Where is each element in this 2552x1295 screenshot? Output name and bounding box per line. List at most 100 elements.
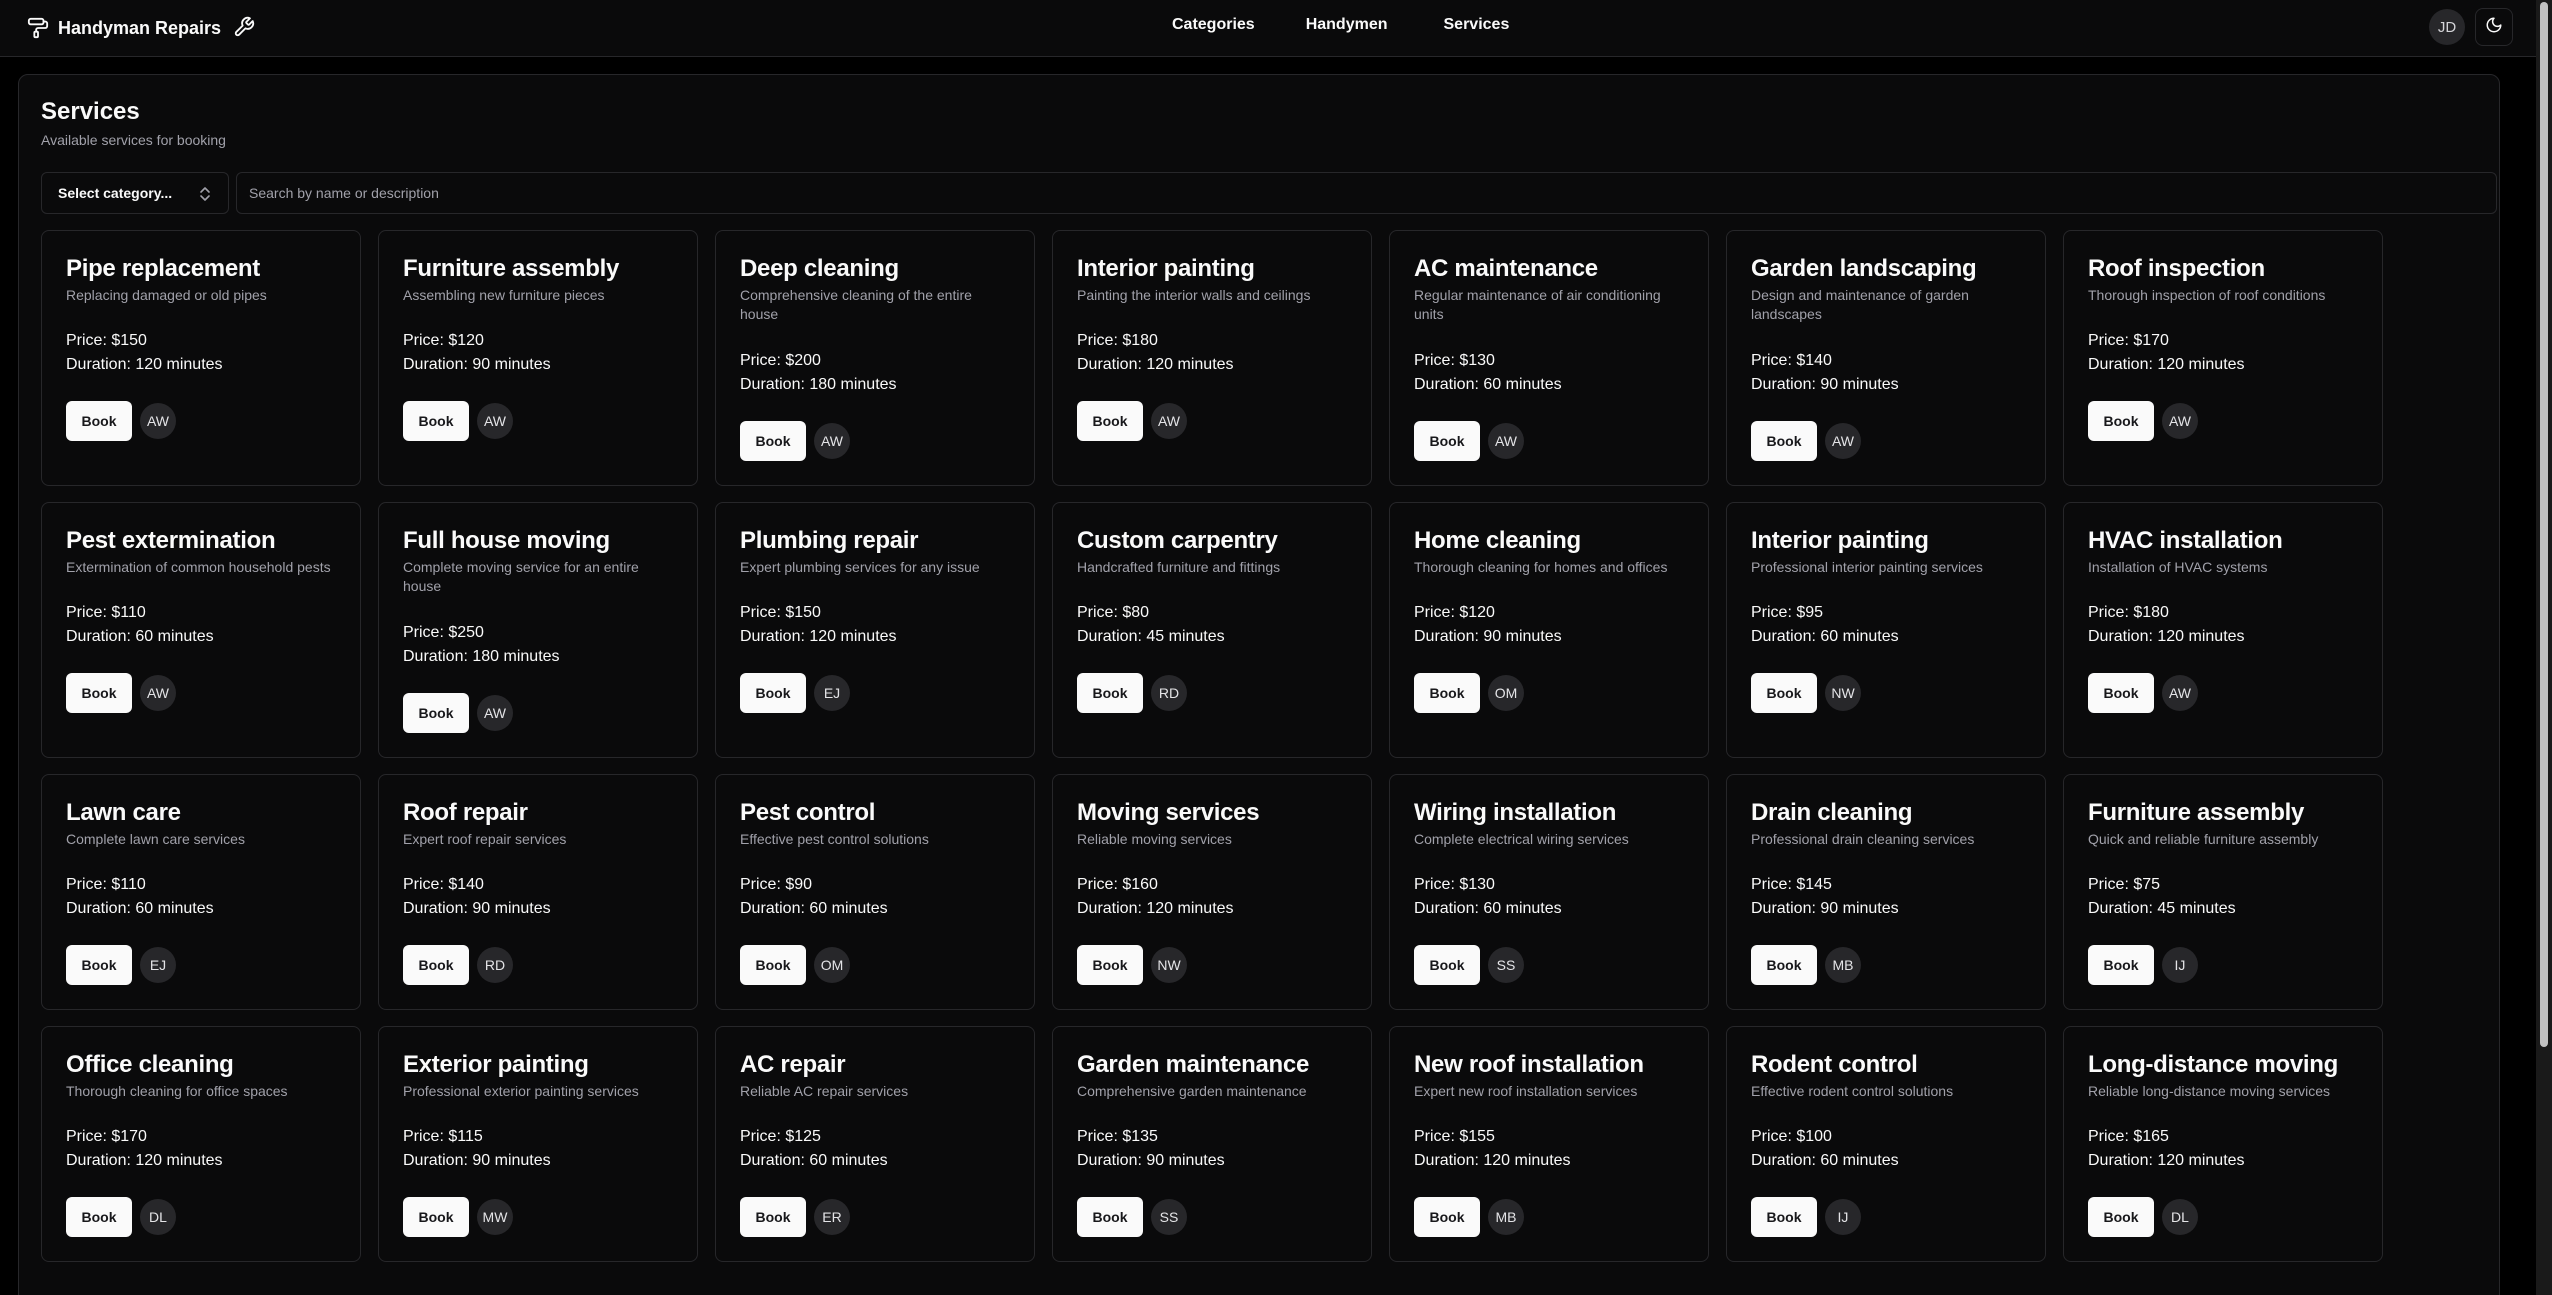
service-price: Price: $200 bbox=[740, 352, 821, 369]
handyman-avatar[interactable]: AW bbox=[477, 695, 513, 731]
book-button[interactable]: Book bbox=[1414, 421, 1480, 461]
service-title: Full house moving bbox=[403, 527, 610, 554]
book-button[interactable]: Book bbox=[403, 1197, 469, 1237]
service-title: Custom carpentry bbox=[1077, 527, 1278, 554]
book-button[interactable]: Book bbox=[2088, 673, 2154, 713]
service-title: Roof repair bbox=[403, 799, 528, 826]
handyman-avatar[interactable]: AW bbox=[140, 675, 176, 711]
service-description: Installation of HVAC systems bbox=[2088, 559, 2268, 575]
scrollbar-thumb[interactable] bbox=[2540, 2, 2548, 1047]
nav-categories[interactable]: Categories bbox=[1172, 16, 1255, 40]
service-description: Design and maintenance of garden landsca… bbox=[1751, 287, 1969, 322]
service-price: Price: $130 bbox=[1414, 352, 1495, 369]
search-input[interactable] bbox=[236, 172, 2497, 214]
book-button[interactable]: Book bbox=[740, 1197, 806, 1237]
book-button[interactable]: Book bbox=[66, 945, 132, 985]
book-button[interactable]: Book bbox=[1414, 673, 1480, 713]
book-button[interactable]: Book bbox=[1077, 945, 1143, 985]
chevrons-up-down-icon bbox=[198, 185, 212, 203]
book-button[interactable]: Book bbox=[66, 401, 132, 441]
book-button[interactable]: Book bbox=[1077, 673, 1143, 713]
handyman-avatar[interactable]: EJ bbox=[814, 675, 850, 711]
book-button[interactable]: Book bbox=[2088, 945, 2154, 985]
book-button[interactable]: Book bbox=[1751, 945, 1817, 985]
handyman-avatar[interactable]: DL bbox=[140, 1199, 176, 1235]
handyman-avatar[interactable]: AW bbox=[2162, 403, 2198, 439]
book-button[interactable]: Book bbox=[1414, 1197, 1480, 1237]
service-title: AC maintenance bbox=[1414, 255, 1598, 282]
handyman-avatar[interactable]: MB bbox=[1825, 947, 1861, 983]
handyman-avatar[interactable]: IJ bbox=[2162, 947, 2198, 983]
handyman-avatar[interactable]: NW bbox=[1151, 947, 1187, 983]
handyman-avatar[interactable]: ER bbox=[814, 1199, 850, 1235]
book-button[interactable]: Book bbox=[1751, 1197, 1817, 1237]
theme-toggle-button[interactable] bbox=[2475, 8, 2513, 46]
handyman-avatar[interactable]: OM bbox=[814, 947, 850, 983]
handyman-avatar[interactable]: SS bbox=[1488, 947, 1524, 983]
handyman-avatar[interactable]: AW bbox=[2162, 675, 2198, 711]
handyman-avatar[interactable]: EJ bbox=[140, 947, 176, 983]
service-card: Plumbing repair Expert plumbing services … bbox=[715, 502, 1035, 758]
service-price: Price: $165 bbox=[2088, 1128, 2169, 1145]
service-duration: Duration: 60 minutes bbox=[740, 900, 888, 917]
handyman-avatar[interactable]: SS bbox=[1151, 1199, 1187, 1235]
handyman-avatar[interactable]: AW bbox=[1151, 403, 1187, 439]
book-button[interactable]: Book bbox=[403, 693, 469, 733]
handyman-avatar[interactable]: DL bbox=[2162, 1199, 2198, 1235]
category-select[interactable]: Select category... bbox=[41, 172, 229, 214]
handyman-avatar[interactable]: AW bbox=[1488, 423, 1524, 459]
service-card: Deep cleaning Comprehensive cleaning of t… bbox=[715, 230, 1035, 486]
service-description: Quick and reliable furniture assembly bbox=[2088, 831, 2319, 847]
service-description: Comprehensive garden maintenance bbox=[1077, 1083, 1307, 1099]
handyman-avatar[interactable]: MW bbox=[477, 1199, 513, 1235]
service-card: Wiring installation Complete electrical w… bbox=[1389, 774, 1709, 1010]
handyman-avatar[interactable]: OM bbox=[1488, 675, 1524, 711]
service-title: Furniture assembly bbox=[2088, 799, 2305, 826]
service-title: Exterior painting bbox=[403, 1051, 589, 1078]
book-button[interactable]: Book bbox=[740, 945, 806, 985]
service-card: Lawn care Complete lawn care services Pric… bbox=[41, 774, 361, 1010]
book-button[interactable]: Book bbox=[740, 421, 806, 461]
handyman-avatar[interactable]: NW bbox=[1825, 675, 1861, 711]
service-price: Price: $80 bbox=[1077, 604, 1150, 621]
service-description: Effective pest control solutions bbox=[740, 831, 929, 847]
book-button[interactable]: Book bbox=[1077, 401, 1143, 441]
page-title: Services bbox=[41, 98, 140, 125]
handyman-avatar[interactable]: IJ bbox=[1825, 1199, 1861, 1235]
service-price: Price: $150 bbox=[66, 332, 147, 349]
service-description: Regular maintenance of air conditioning … bbox=[1414, 287, 1661, 322]
book-button[interactable]: Book bbox=[66, 673, 132, 713]
book-button[interactable]: Book bbox=[740, 673, 806, 713]
book-button[interactable]: Book bbox=[66, 1197, 132, 1237]
book-button[interactable]: Book bbox=[403, 401, 469, 441]
service-card: Exterior painting Professional exterior p… bbox=[378, 1026, 698, 1262]
book-button[interactable]: Book bbox=[1751, 421, 1817, 461]
handyman-avatar[interactable]: MB bbox=[1488, 1199, 1524, 1235]
service-description: Expert new roof installation services bbox=[1414, 1083, 1638, 1099]
service-duration: Duration: 90 minutes bbox=[1751, 376, 1899, 393]
handyman-avatar[interactable]: RD bbox=[1151, 675, 1187, 711]
service-duration: Duration: 120 minutes bbox=[1077, 356, 1234, 373]
service-card: Pest control Effective pest control solut… bbox=[715, 774, 1035, 1010]
service-title: Pest extermination bbox=[66, 527, 276, 554]
book-button[interactable]: Book bbox=[403, 945, 469, 985]
service-card: Custom carpentry Handcrafted furniture an… bbox=[1052, 502, 1372, 758]
handyman-avatar[interactable]: AW bbox=[140, 403, 176, 439]
book-button[interactable]: Book bbox=[2088, 401, 2154, 441]
nav-handymen[interactable]: Handymen bbox=[1306, 16, 1388, 40]
service-price: Price: $125 bbox=[740, 1128, 821, 1145]
page-scrollbar[interactable] bbox=[2536, 0, 2552, 1295]
handyman-avatar[interactable]: AW bbox=[814, 423, 850, 459]
handyman-avatar[interactable]: AW bbox=[477, 403, 513, 439]
book-button[interactable]: Book bbox=[2088, 1197, 2154, 1237]
book-button[interactable]: Book bbox=[1077, 1197, 1143, 1237]
handyman-avatar[interactable]: AW bbox=[1825, 423, 1861, 459]
service-title: Deep cleaning bbox=[740, 255, 899, 282]
nav-services[interactable]: Services bbox=[1444, 16, 1510, 40]
book-button[interactable]: Book bbox=[1751, 673, 1817, 713]
brand[interactable]: Handyman Repairs bbox=[26, 14, 257, 42]
user-avatar[interactable]: JD bbox=[2429, 9, 2465, 45]
book-button[interactable]: Book bbox=[1414, 945, 1480, 985]
service-card: Garden landscaping Design and maintenance… bbox=[1726, 230, 2046, 486]
handyman-avatar[interactable]: RD bbox=[477, 947, 513, 983]
